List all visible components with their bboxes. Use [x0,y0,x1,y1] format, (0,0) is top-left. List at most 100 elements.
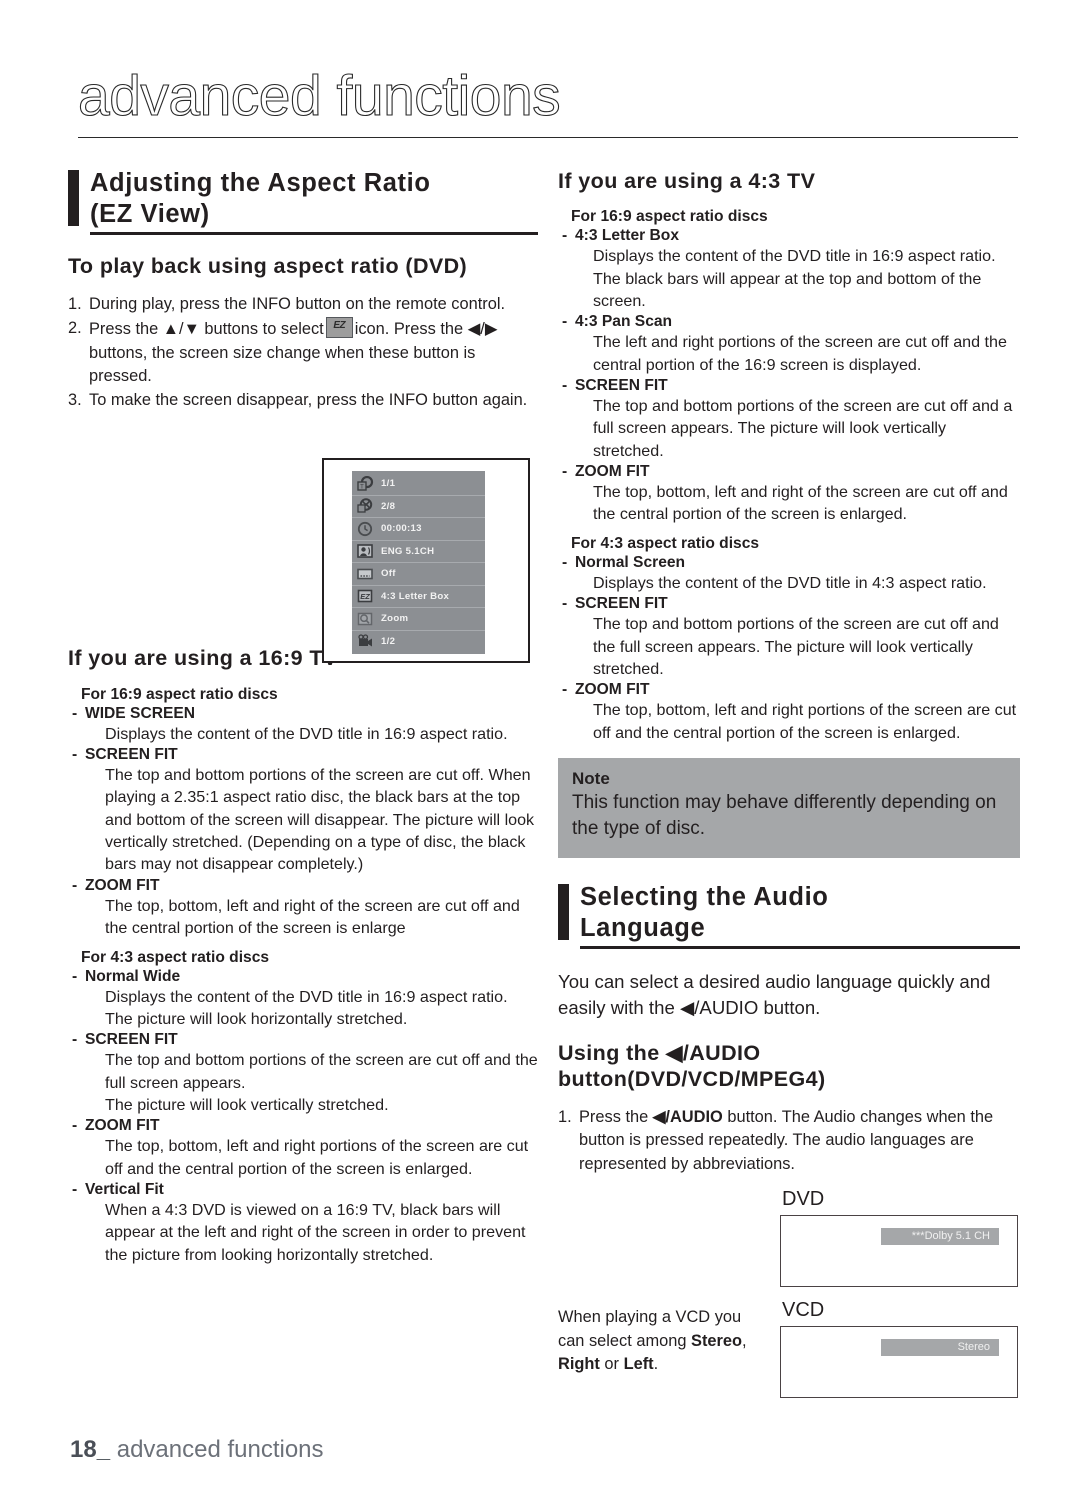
vcd-side-note: When playing a VCD you can select among … [558,1306,758,1377]
step-number: 1. [68,294,82,313]
heading-accent-bar [558,884,569,940]
osd-value: 1/1 [381,478,396,490]
term-vertical-fit: - Vertical Fit [68,1181,538,1199]
term-label: WIDE SCREEN [85,704,196,722]
osd-row-chapter: 2/8 [352,496,485,518]
term-description: The top, bottom, left and right of the s… [593,483,1008,524]
footer-page-number: 18_ [70,1436,111,1463]
step-item-3: 3. To make the screen disappear, press th… [68,389,538,412]
dvd-audio-chip: ***Dolby 5.1 CH [881,1227,999,1245]
note-label: Note [572,768,610,788]
title-rule [78,137,1018,138]
bullet-dash: - [72,746,78,763]
step-item-1: 1. During play, press the INFO button on … [68,293,538,316]
heading-accent-bar [68,170,79,226]
bullet-dash: - [72,1181,78,1199]
vcd-note-sep-1: , [742,1331,747,1350]
term-label: SCREEN FIT [85,746,178,763]
term-description: The top, bottom, left and right portions… [593,701,1017,742]
note-body: This function may behave differently dep… [572,791,997,839]
step-number: 3. [68,391,82,410]
term-label: SCREEN FIT [575,377,668,395]
osd-display-figure: T 1/1 2/8 00:00:13 ENG 5.1CH Off EZ 4:3 … [322,458,530,663]
title-disc-icon: T [356,475,375,492]
svg-text:T: T [360,484,364,490]
term-description: The top, bottom, left and right portions… [105,1137,529,1178]
osd-value: ENG 5.1CH [381,545,435,557]
term-label: SCREEN FIT [575,595,668,613]
osd-row-audio: ENG 5.1CH [352,541,485,563]
term-zoom-fit: - ZOOM FIT [558,681,1020,699]
bullet-dash: - [72,967,78,985]
term-normal-wide: - Normal Wide [68,968,538,986]
ez-view-icon-label: EZ [333,320,346,332]
page-title: advanced functions [77,64,561,128]
vcd-note-sep-2: or [599,1355,624,1374]
step-item-1: 1. Press the ◀/AUDIO button. The Audio ch… [558,1106,1020,1176]
bullet-dash: - [72,704,78,722]
vcd-note-end: . [653,1355,659,1374]
term-description: The left and right portions of the scree… [593,333,1007,374]
term-screen-fit: - SCREEN FIT [68,746,538,764]
left-column: Adjusting the Aspect Ratio (EZ View) To … [68,168,538,1268]
ez-view-icon: EZ [356,588,375,604]
term-label: Normal Wide [85,967,181,985]
term-description: Displays the content of the DVD title in… [105,987,508,1028]
term-label: ZOOM FIT [575,463,650,481]
disc-group-4-3: For 4:3 aspect ratio discs - Normal Wide … [68,949,538,1267]
dvd-screen-label: DVD [782,1187,825,1210]
term-description: The top and bottom portions of the scree… [593,615,999,678]
disc-group-16-9: For 16:9 aspect ratio discs - WIDE SCREEN… [68,686,538,940]
osd-value: 2/8 [381,500,396,512]
vcd-screen-box: Stereo [780,1325,1018,1398]
disc-group-4-3: For 4:3 aspect ratio discs - Normal Scree… [558,535,1020,744]
audio-screen-figures: DVD ***Dolby 5.1 CH VCD Stereo When play… [558,1188,1020,1403]
group-title: For 16:9 aspect ratio discs [571,208,768,226]
screen-figure-column: DVD ***Dolby 5.1 CH VCD Stereo [780,1188,1018,1398]
term-label: SCREEN FIT [85,1031,178,1049]
osd-row-time: 00:00:13 [352,518,485,541]
term-4-3-letter-box: -4:3 Letter Box [558,227,1020,245]
step-number: 2. [68,319,82,338]
step-number: 1. [558,1107,572,1126]
group-title: For 4:3 aspect ratio discs [571,534,760,552]
bullet-dash: - [562,313,568,331]
term-screen-fit: - SCREEN FIT [558,595,1020,613]
chapter-icon [356,498,375,514]
osd-value: Zoom [381,613,409,625]
bullet-dash: - [72,1117,78,1135]
heading-line-2: Language [580,914,706,943]
term-description: The top and bottom portions of the scree… [105,1051,538,1114]
term-description: Displays the content of the DVD title in… [593,573,987,592]
page-footer: 18_ advanced functions [70,1436,324,1464]
osd-row-ez-view: EZ 4:3 Letter Box [352,586,485,608]
osd-row-title: T 1/1 [352,473,485,496]
term-label: ZOOM FIT [575,681,650,699]
term-description: The top and bottom portions of the scree… [105,766,535,874]
term-label: 4:3 Letter Box [575,227,679,245]
vcd-screen-label: VCD [782,1298,825,1321]
osd-menu: T 1/1 2/8 00:00:13 ENG 5.1CH Off EZ 4:3 … [352,471,485,654]
step-text: To make the screen disappear, press the … [89,391,528,410]
term-label: Vertical Fit [85,1181,164,1199]
section-heading-audio-language: Selecting the Audio Language [558,882,1020,949]
bullet-dash: - [562,595,568,613]
group-title: For 16:9 aspect ratio discs [81,685,278,703]
audio-icon [356,543,375,559]
right-column: If you are using a 4:3 TV For 16:9 aspec… [558,168,1020,1403]
subtitle-icon [356,566,375,582]
heading-line-2: (EZ View) [90,200,210,229]
heading-line-1: Adjusting the Aspect Ratio [90,169,431,197]
term-label: ZOOM FIT [85,1117,160,1135]
term-screen-fit: - SCREEN FIT [68,1031,538,1049]
step-item-2: 2. Press the ▲/▼ buttons to select EZ icon.… [68,317,538,388]
audio-button-label: ◀/AUDIO [652,1107,723,1126]
term-label: Normal Screen [575,553,686,571]
audio-intro-text: You can select a desired audio language … [558,970,991,1019]
osd-value: Off [381,568,396,580]
step-text-part-1: Press the ▲/▼ buttons to select [89,320,324,339]
subheading-playback-aspect-ratio: To play back using aspect ratio (DVD) [68,253,468,278]
step-text: During play, press the INFO button on th… [89,294,506,313]
term-screen-fit: - SCREEN FIT [558,377,1020,395]
osd-row-zoom: Zoom [352,608,485,631]
